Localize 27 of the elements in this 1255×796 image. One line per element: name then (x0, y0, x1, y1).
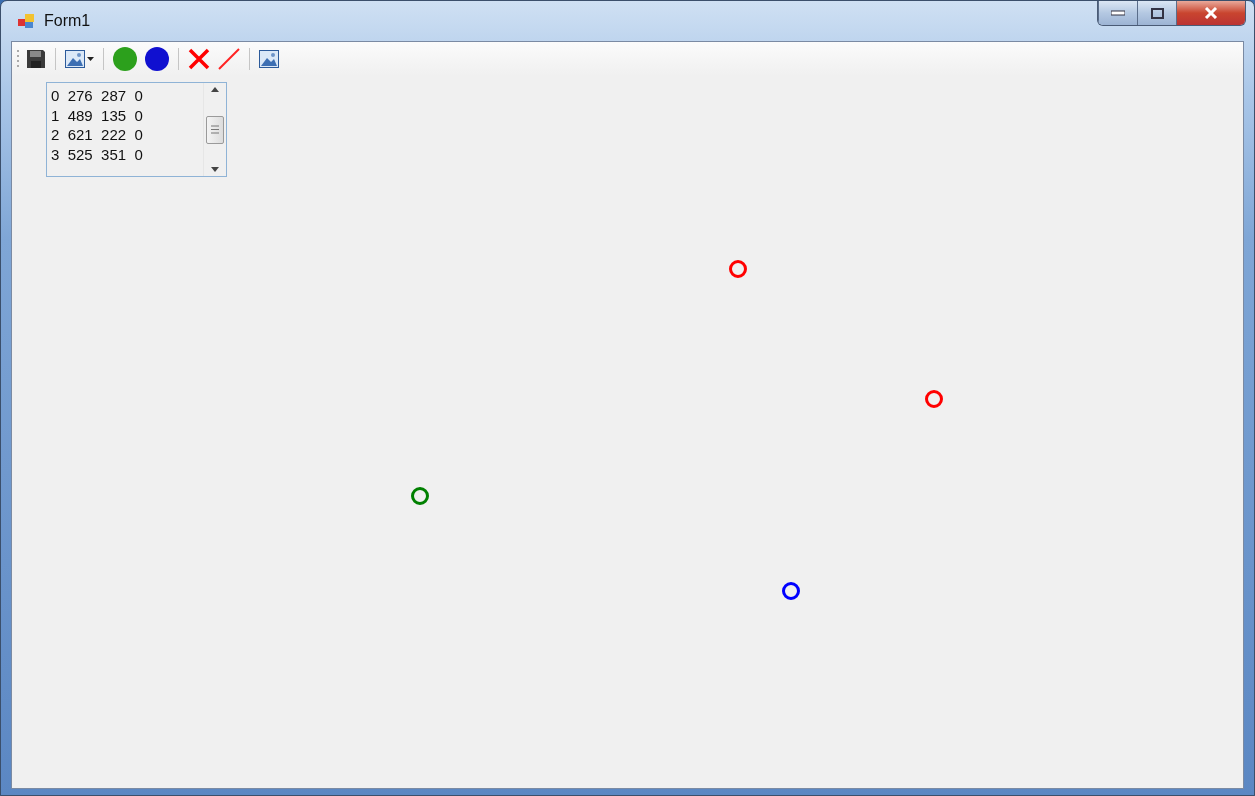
down-arrow-icon (211, 167, 219, 172)
window-icon (18, 13, 36, 29)
list-item[interactable]: 3 525 351 0 (51, 144, 199, 164)
caret-icon (87, 57, 94, 61)
picture-icon (65, 50, 85, 68)
maximize-icon (1150, 7, 1164, 19)
minimize-icon (1111, 10, 1125, 16)
cross-icon (188, 48, 210, 70)
window-title: Form1 (44, 12, 91, 30)
point-tool-button[interactable] (143, 45, 171, 73)
slash-line-icon (218, 48, 240, 70)
filled-circle-icon (145, 47, 169, 71)
scrollbar[interactable] (203, 83, 226, 176)
picture-icon (259, 50, 279, 68)
maximize-button[interactable] (1137, 1, 1176, 25)
scroll-thumb[interactable] (206, 115, 224, 144)
list-item[interactable]: 1 489 135 0 (51, 105, 199, 125)
up-arrow-icon (211, 87, 219, 92)
list-item[interactable]: 2 621 222 0 (51, 125, 199, 145)
grip-icon (17, 48, 20, 70)
minimize-button[interactable] (1098, 1, 1137, 25)
close-icon (1204, 7, 1218, 19)
list-item[interactable]: 0 276 287 0 (51, 86, 199, 106)
grip-icon (211, 125, 219, 134)
coordinates-listbox[interactable]: 0 276 287 0 1 489 135 0 2 621 222 0 3 525 351 0 (46, 82, 227, 177)
filled-circle-icon (113, 47, 137, 71)
close-button[interactable] (1176, 1, 1245, 25)
